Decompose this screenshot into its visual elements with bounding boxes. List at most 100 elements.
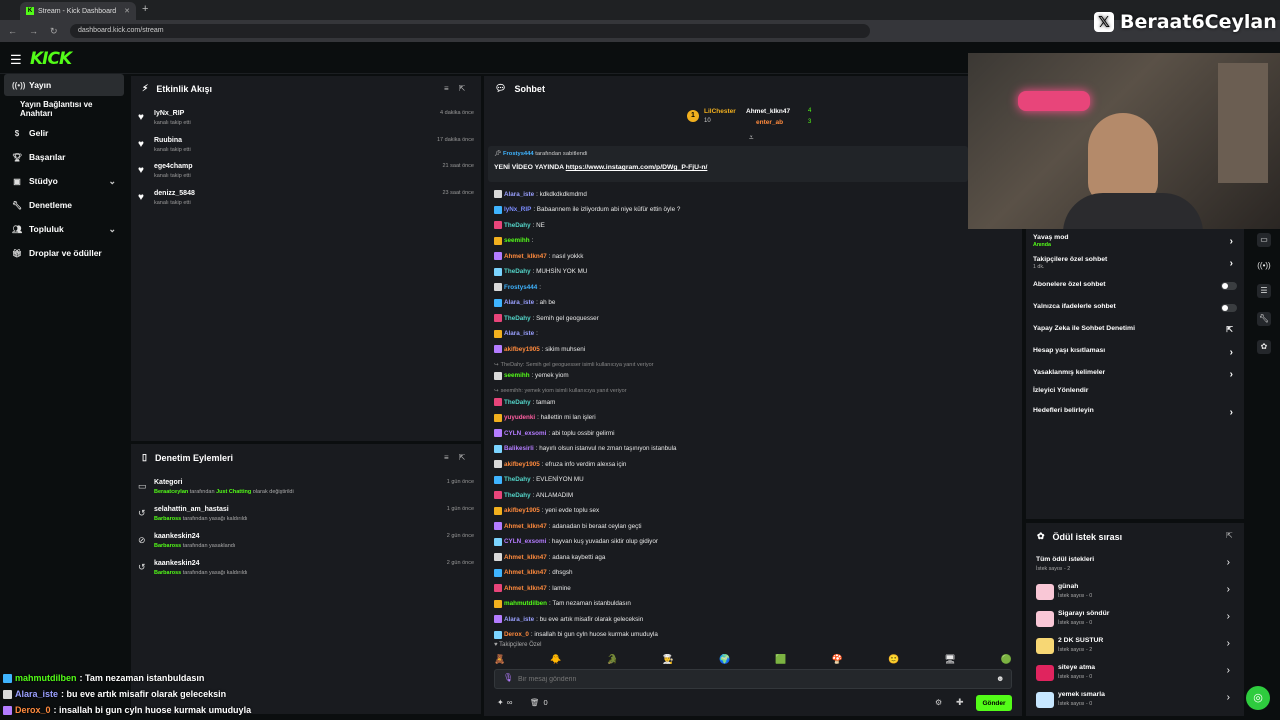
- chat-username[interactable]: Alara_iste: [504, 330, 534, 337]
- broadcast-icon[interactable]: ((•)): [1257, 261, 1270, 270]
- settings-gear-icon[interactable]: ⚙: [935, 698, 942, 707]
- chat-username[interactable]: TheDahy: [504, 476, 531, 483]
- setting-row[interactable]: İzleyici Yönlendir: [1033, 387, 1239, 401]
- emote-icon[interactable]: 🍄: [832, 654, 843, 666]
- chat-username[interactable]: Ahmet_klkn47: [504, 585, 547, 592]
- chat-username[interactable]: akifbey1905: [504, 507, 540, 514]
- chat-username[interactable]: TheDahy: [504, 268, 531, 275]
- back-icon[interactable]: ←: [8, 26, 17, 36]
- emote-icon[interactable]: 👨‍🍳: [663, 654, 674, 666]
- new-tab-icon[interactable]: +: [142, 3, 148, 15]
- sidebar-item-droplar[interactable]: 🎁︎ Droplar ve ödüller: [4, 242, 124, 264]
- chat-username[interactable]: CYLN_exsomi: [504, 430, 546, 437]
- url-field[interactable]: dashboard.kick.com/stream: [70, 24, 870, 38]
- setting-row[interactable]: Abonelere özel sohbet: [1033, 281, 1239, 295]
- chat-username[interactable]: Ahmet_klkn47: [504, 253, 547, 260]
- sidebar-item-stream-key[interactable]: Yayın Bağlantısı ve Anahtarı: [4, 98, 124, 120]
- event-username[interactable]: denizz_5848: [154, 190, 195, 197]
- reward-row[interactable]: siteye atma İstek sayısı - 0 ›: [1036, 663, 1236, 683]
- setting-row[interactable]: Takipçilere özel sohbet 1 dk. ›: [1033, 256, 1239, 270]
- floating-action-icon[interactable]: ◎: [1246, 686, 1270, 710]
- setting-row[interactable]: Hedefleri belirleyin ›: [1033, 407, 1239, 421]
- close-tab-icon[interactable]: ✕: [124, 7, 130, 15]
- chat-username[interactable]: Ahmet_klkn47: [504, 569, 547, 576]
- sidebar-item-yayin[interactable]: ((•)) Yayın: [4, 74, 124, 96]
- sidebar-item-basarilar[interactable]: 🏆︎ Başarılar: [4, 146, 124, 168]
- emote-icon[interactable]: 🙂: [888, 654, 899, 666]
- setting-row[interactable]: Yavaş mod Anında ›: [1033, 234, 1239, 248]
- mic-icon[interactable]: 🎙︎: [503, 673, 513, 682]
- chat-username[interactable]: mahmutdilben: [504, 600, 547, 607]
- setting-row[interactable]: Yalnızca ifadelerle sohbet: [1033, 303, 1239, 317]
- chat-icon[interactable]: ▭: [1257, 233, 1271, 247]
- emote-icon[interactable]: 🌍: [719, 654, 730, 666]
- filter-icon[interactable]: ≡: [444, 453, 449, 462]
- reward-row[interactable]: 2 DK SUSTUR İstek sayısı - 2 ›: [1036, 636, 1236, 656]
- chat-username[interactable]: seemihh: [504, 237, 530, 244]
- expand-gifters-icon[interactable]: ⩡: [749, 133, 754, 143]
- mod-actor[interactable]: Beraatceylan: [154, 489, 188, 495]
- list-icon[interactable]: ☰: [1257, 284, 1271, 298]
- chat-username[interactable]: yuyudenki: [504, 414, 535, 421]
- filter-icon[interactable]: ≡: [444, 84, 449, 93]
- top-gifter-name[interactable]: LilChester: [704, 108, 736, 115]
- mod-target[interactable]: kaankeskin24: [154, 533, 200, 540]
- setting-row[interactable]: Yasaklanmış kelimeler ›: [1033, 369, 1239, 383]
- rewards-icon[interactable]: ✿: [1257, 340, 1271, 354]
- popout-icon[interactable]: ⇱: [1226, 531, 1233, 540]
- sidebar-item-topluluk[interactable]: 👥︎ Topluluk ⌄: [4, 218, 124, 240]
- mod-target[interactable]: kaankeskin24: [154, 560, 200, 567]
- chat-username[interactable]: Ahmet_klkn47: [504, 554, 547, 561]
- chat-username[interactable]: CYLN_exsomi: [504, 538, 546, 545]
- sidebar-item-gelir[interactable]: $ Gelir: [4, 122, 124, 144]
- reload-icon[interactable]: ↻: [50, 26, 58, 37]
- bag-display[interactable]: 🗑︎ 0: [530, 698, 548, 707]
- top-gifter-name[interactable]: Ahmet_klkn47: [746, 108, 790, 115]
- chat-username[interactable]: Alara_iste: [504, 299, 534, 306]
- emote-icon[interactable]: 🟢: [1001, 654, 1012, 666]
- sidebar-item-studyo[interactable]: ▣ Stüdyo ⌄: [4, 170, 124, 192]
- emote-icon[interactable]: 🖥: [944, 654, 955, 666]
- chat-username[interactable]: Frostys444: [504, 284, 537, 291]
- mod-target[interactable]: selahattin_am_hastasi: [154, 506, 229, 513]
- toggle-switch[interactable]: [1221, 282, 1237, 290]
- event-username[interactable]: ege4champ: [154, 163, 193, 170]
- chat-username[interactable]: seemihh: [504, 372, 530, 379]
- chat-username[interactable]: TheDahy: [504, 399, 531, 406]
- chat-username[interactable]: Ahmet_klkn47: [504, 523, 547, 530]
- reward-row[interactable]: günah İstek sayısı - 0 ›: [1036, 582, 1236, 602]
- sidebar-item-denetleme[interactable]: 🔧︎ Denetleme: [4, 194, 124, 216]
- emote-icon[interactable]: 🟩: [775, 654, 786, 666]
- chat-username[interactable]: IyNx_RIP: [504, 206, 531, 213]
- mod-tools-icon[interactable]: ✚: [956, 697, 964, 708]
- chat-username[interactable]: Derox_0: [504, 631, 529, 638]
- browser-tab[interactable]: K Stream - Kick Dashboard ✕: [20, 2, 136, 20]
- toggle-switch[interactable]: [1221, 304, 1237, 312]
- menu-icon[interactable]: ☰: [10, 52, 22, 68]
- mod-actor[interactable]: Barbaross: [154, 543, 181, 549]
- pinned-by-user[interactable]: Frostys444: [503, 151, 534, 157]
- emote-icon[interactable]: 🧸: [494, 654, 505, 666]
- chat-username[interactable]: akifbey1905: [504, 461, 540, 468]
- setting-row[interactable]: Yapay Zeka ile Sohbet Denetimi ⇱: [1033, 325, 1239, 339]
- reward-row[interactable]: yemek ısmarla İstek sayısı - 0 ›: [1036, 690, 1236, 710]
- chat-username[interactable]: akifbey1905: [504, 346, 540, 353]
- points-display[interactable]: ✦ ∞: [497, 698, 512, 707]
- chat-username[interactable]: Alara_iste: [504, 616, 534, 623]
- wrench-icon[interactable]: 🔧︎: [1257, 312, 1271, 326]
- setting-row[interactable]: Hesap yaşı kısıtlaması ›: [1033, 347, 1239, 361]
- kick-logo[interactable]: KICK: [30, 49, 72, 69]
- top-gifter-name[interactable]: enter_ab: [756, 119, 783, 126]
- chat-username[interactable]: Balikesirli: [504, 445, 534, 452]
- emoji-picker-icon[interactable]: ☻: [996, 674, 1004, 683]
- chat-username[interactable]: TheDahy: [504, 315, 531, 322]
- send-button[interactable]: Gönder: [976, 695, 1012, 711]
- event-username[interactable]: IyNx_RIP: [154, 110, 184, 117]
- mod-actor[interactable]: Barbaross: [154, 516, 181, 522]
- forward-icon[interactable]: →: [29, 26, 38, 36]
- mod-actor[interactable]: Barbaross: [154, 570, 181, 576]
- chat-username[interactable]: TheDahy: [504, 492, 531, 499]
- pinned-link[interactable]: https://www.instagram.com/p/DWg_P-FjU-n/: [566, 164, 708, 171]
- chat-username[interactable]: TheDahy: [504, 222, 531, 229]
- event-username[interactable]: Ruubina: [154, 137, 182, 144]
